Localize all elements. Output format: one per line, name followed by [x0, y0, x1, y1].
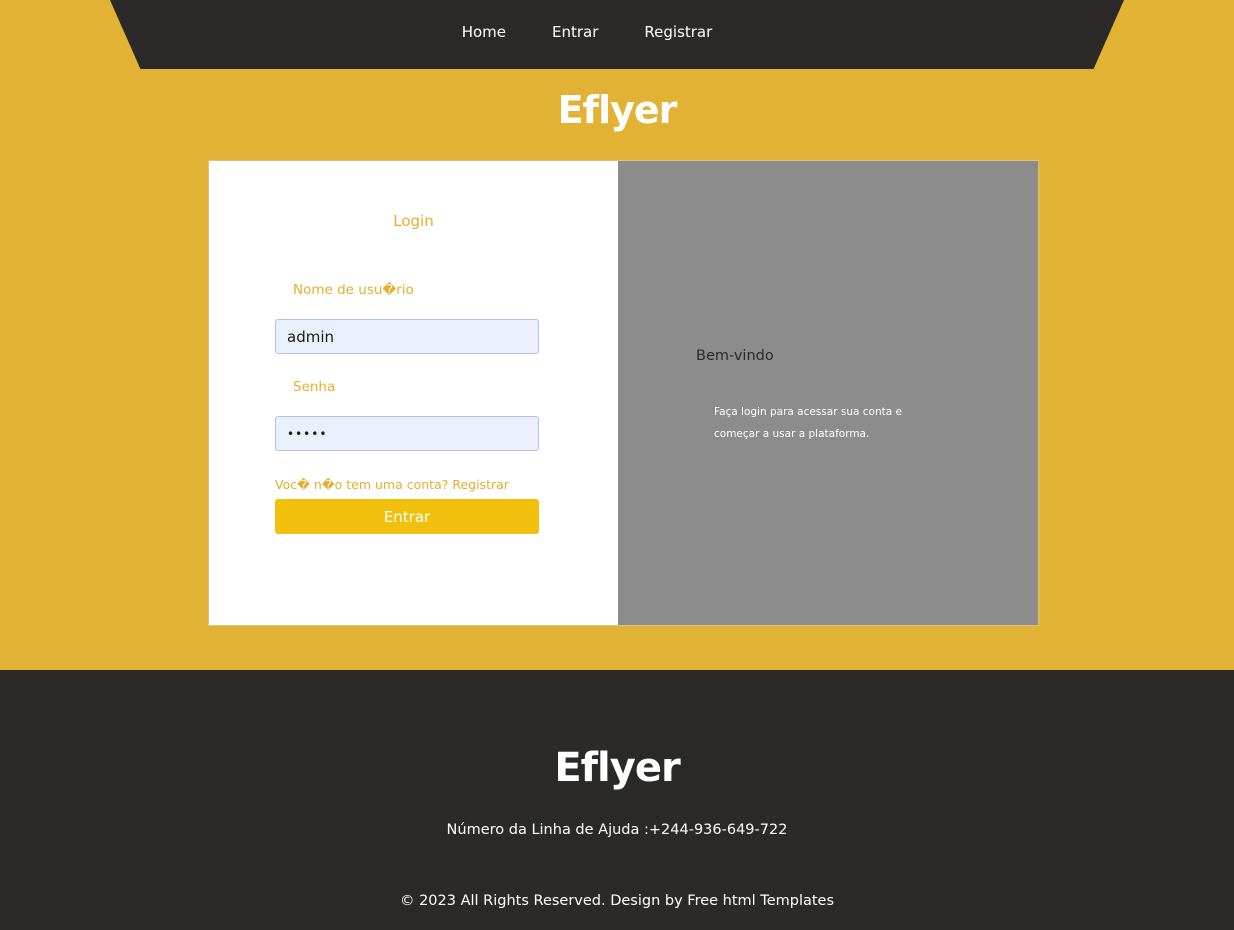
nav-home-link[interactable]: Home — [462, 23, 506, 41]
login-title: Login — [393, 212, 434, 230]
login-form-panel: Login Nome de usu�rio Senha Voc� n�o tem… — [209, 161, 618, 625]
password-input[interactable] — [275, 416, 539, 451]
main-nav: Home Entrar Registrar — [0, 0, 1234, 64]
helpline-text: Número da Linha de Ajuda :+244-936-649-7… — [446, 822, 788, 838]
password-label: Senha — [293, 379, 336, 395]
welcome-panel: Bem-vindo Faça login para acessar sua co… — [618, 161, 1038, 625]
nav-entrar-link[interactable]: Entrar — [552, 23, 598, 41]
brand-logo[interactable]: Eflyer — [0, 88, 1234, 132]
welcome-text: Faça login para acessar sua conta e come… — [714, 406, 902, 440]
nav-registrar-link[interactable]: Registrar — [644, 23, 712, 41]
copyright-text: © 2023 All Rights Reserved. Design by Fr… — [399, 893, 835, 909]
login-card: Login Nome de usu�rio Senha Voc� n�o tem… — [208, 160, 1039, 626]
username-label: Nome de usu�rio — [293, 282, 414, 298]
entrar-button[interactable]: Entrar — [275, 499, 539, 534]
footer: Eflyer Número da Linha de Ajuda :+244-93… — [0, 670, 1234, 930]
footer-brand-logo[interactable]: Eflyer — [0, 745, 1234, 791]
register-link[interactable]: Voc� n�o tem uma conta? Registrar — [275, 477, 509, 492]
username-input[interactable] — [275, 319, 539, 354]
welcome-title: Bem-vindo — [696, 348, 774, 364]
